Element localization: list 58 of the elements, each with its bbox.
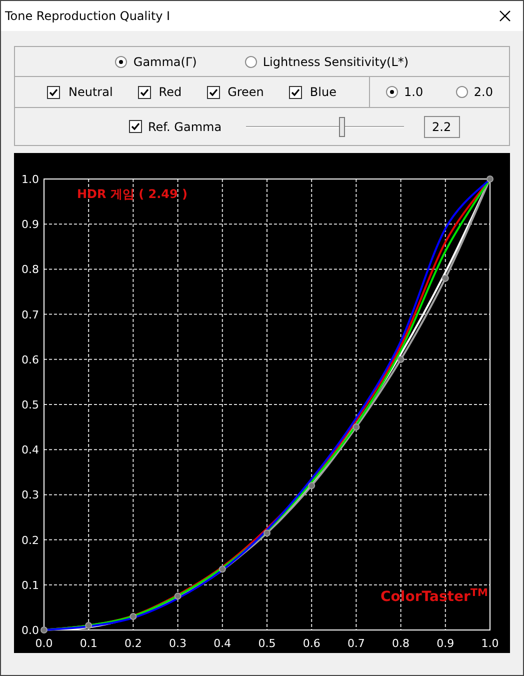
y-tick-label: 0.0 (22, 624, 39, 637)
y-tick-label: 0.3 (22, 488, 39, 502)
x-tick-label: 0.4 (214, 637, 232, 650)
x-tick-label: 0.7 (347, 637, 365, 650)
checkbox-label: Neutral (68, 84, 113, 101)
mode-radio[interactable]: Gamma(Γ) (115, 52, 197, 70)
point (352, 424, 360, 431)
y-tick-label: 1.0 (22, 173, 39, 186)
channel-checkbox[interactable]: Blue (288, 83, 336, 101)
point (40, 626, 48, 634)
checkbox-label: Red (158, 84, 182, 101)
point (486, 176, 494, 182)
point (397, 356, 404, 363)
y-tick-label: 0.2 (22, 534, 39, 547)
checkbox-label: Blue (310, 84, 336, 101)
channel-checkbox[interactable]: Red (138, 83, 182, 101)
y-tick-label: 0.9 (22, 218, 39, 232)
point (130, 612, 137, 620)
y-tick-label: 0.5 (22, 398, 39, 412)
channel-checkbox[interactable]: Green (206, 83, 264, 101)
point (85, 622, 92, 629)
close-icon (499, 10, 511, 22)
mode-radio[interactable]: Lightness Sensitivity(L*) (244, 52, 409, 70)
y-tick-label: 0.1 (22, 578, 39, 592)
point (442, 274, 449, 282)
chart-title: HDR 게임 ( 2.49 ) (77, 186, 188, 203)
checkbox-label: Ref. Gamma (148, 118, 222, 136)
x-tick-label: 0.5 (258, 637, 276, 650)
y-tick-label: 0.6 (22, 353, 39, 366)
channel-checkbox[interactable]: Neutral (47, 83, 113, 101)
x-tick-label: 0.8 (392, 637, 410, 650)
gamma-value-field[interactable]: 2.2 (424, 116, 460, 138)
scale-radio[interactable]: 1.0 (386, 83, 424, 101)
radio-label: Gamma(Γ) (133, 54, 197, 70)
checkbox-label: Green (228, 84, 264, 101)
x-tick-label: 0.3 (169, 637, 187, 650)
radio-label: 2.0 (474, 84, 493, 101)
brand-label: ColorTaster$^{TM}$ (380, 587, 488, 607)
ref-gamma-checkbox[interactable]: Ref. Gamma (129, 118, 222, 136)
y-tick-label: 0.7 (22, 308, 39, 322)
point (218, 566, 226, 573)
x-tick-label: 0.9 (436, 637, 454, 650)
y-tick-label: 0.8 (22, 263, 39, 276)
point (308, 482, 316, 490)
point (264, 530, 270, 537)
slider-thumb[interactable] (338, 116, 345, 136)
window-title: Tone Reproduction Quality I (5, 8, 170, 25)
x-tick-label: 0.1 (80, 637, 98, 650)
x-tick-label: 0.6 (302, 637, 320, 650)
x-tick-label: 1.0 (481, 637, 499, 650)
radio-label: Lightness Sensitivity(L*) (262, 54, 409, 70)
x-tick-label: 0.0 (35, 637, 53, 650)
radio-label: 1.0 (404, 84, 424, 101)
y-tick-label: 0.4 (22, 444, 39, 457)
gamma-slider[interactable] (246, 116, 404, 136)
point (174, 592, 182, 600)
x-tick-label: 0.2 (124, 637, 142, 650)
scale-radio[interactable]: 2.0 (456, 83, 493, 101)
